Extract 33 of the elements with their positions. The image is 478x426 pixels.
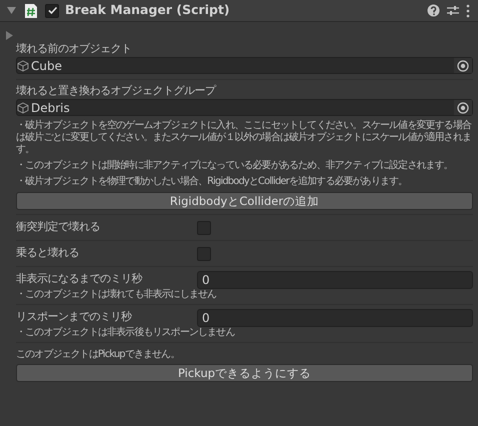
- action-button[interactable]: Pickupできるようにする: [16, 364, 473, 382]
- cube-icon: [17, 102, 29, 114]
- field-label: 壊れると置き換わるオブジェクトグループ: [16, 83, 218, 99]
- more-menu-icon[interactable]: [466, 4, 470, 18]
- check-icon: [46, 5, 58, 16]
- field-label: 壊れる前のオブジェクト: [16, 41, 132, 57]
- script-file-icon: [23, 2, 39, 18]
- action-button[interactable]: RigidbodyとColliderの追加: [16, 192, 473, 210]
- object-picker-icon[interactable]: [457, 60, 469, 72]
- help-note: ・破片オブジェクトを物理で動かしたい場合、RigidbodyとColliderを追加する必要があります。: [16, 176, 408, 188]
- help-note: ・このオブジェクトは壊れても非表示にしません: [16, 289, 218, 301]
- settings-sliders-icon[interactable]: [446, 4, 460, 17]
- number-field[interactable]: 0: [197, 270, 473, 288]
- help-note: ・このオブジェクトは非表示後もリスポーンしません: [16, 327, 236, 339]
- toggle-checkbox[interactable]: [197, 220, 211, 234]
- help-note: ・このオブジェクトは開始時に非アクティブになっている必要があるため、非アクティブに設定されます。: [16, 160, 454, 172]
- number-field[interactable]: 0: [197, 308, 473, 326]
- component-title: Break Manager (Script): [65, 1, 231, 20]
- help-note: ・破片オブジェクトを空のゲームオブジェクトに入れ、ここにセットしてください。スケール値を変更する場合は破片ごとに変更してください。またスケール値が１以外の場合は破片オブジェクトにスケール値が適用されます。: [16, 120, 472, 156]
- field-label: リスポーンまでのミリ秒: [16, 309, 133, 326]
- foldout-arrow-icon[interactable]: [6, 5, 17, 16]
- help-icon[interactable]: [427, 4, 440, 17]
- cube-icon: [17, 60, 29, 72]
- foldout-arrow-icon[interactable]: [5, 30, 14, 42]
- toggle-label: 衝突判定で壊れる: [16, 219, 101, 236]
- enabled-checkbox[interactable]: [45, 4, 59, 18]
- toggle-label: 乗ると壊れる: [16, 245, 80, 262]
- object-field[interactable]: Cube: [16, 57, 473, 74]
- toggle-checkbox[interactable]: [197, 246, 211, 260]
- object-picker-icon[interactable]: [457, 102, 469, 114]
- status-message: このオブジェクトはPickupできません。: [16, 349, 180, 361]
- field-label: 非表示になるまでのミリ秒: [16, 271, 144, 288]
- object-field[interactable]: Debris: [16, 99, 473, 116]
